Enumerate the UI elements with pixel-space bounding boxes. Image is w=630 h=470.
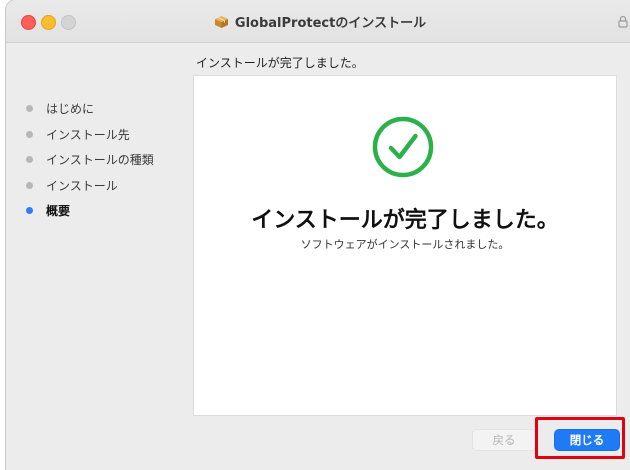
title-bar: GlobalProtectのインストール: [6, 0, 630, 43]
installer-window: GlobalProtectのインストール インストールが完了しました。 はじめに…: [6, 0, 630, 470]
window-title-text: GlobalProtectのインストール: [234, 16, 427, 31]
completion-message: ソフトウェアがインストールされました。: [300, 238, 510, 251]
step-bullet-active: [26, 207, 33, 215]
content-panel: インストールが完了しました。 ソフトウェアがインストールされました。: [193, 75, 617, 416]
window-title: GlobalProtectのインストール: [6, 12, 630, 33]
step-installation: インストール: [26, 173, 154, 199]
step-label: インストールの種類: [46, 153, 154, 168]
step-bullet: [26, 105, 33, 113]
step-label: 概要: [46, 204, 71, 219]
completion-heading: インストールが完了しました。: [251, 208, 559, 233]
back-button[interactable]: 戻る: [472, 429, 536, 451]
step-destination: インストール先: [26, 122, 154, 148]
lock-icon: [618, 13, 628, 32]
checkmark-circle-icon: [372, 116, 434, 182]
step-bullet: [26, 156, 33, 164]
highlight-annotation: [535, 417, 625, 459]
step-summary: 概要: [26, 198, 154, 224]
step-introduction: はじめに: [26, 96, 154, 122]
package-icon: [214, 15, 229, 33]
step-install-type: インストールの種類: [26, 147, 154, 173]
step-label: インストール: [46, 178, 118, 193]
step-bullet: [26, 181, 33, 189]
step-label: インストール先: [46, 127, 130, 142]
step-bullet: [26, 130, 33, 138]
installer-steps: はじめに インストール先 インストールの種類 インストール 概要: [26, 96, 154, 224]
step-label: はじめに: [46, 102, 95, 117]
page-subtitle: インストールが完了しました。: [196, 56, 364, 70]
